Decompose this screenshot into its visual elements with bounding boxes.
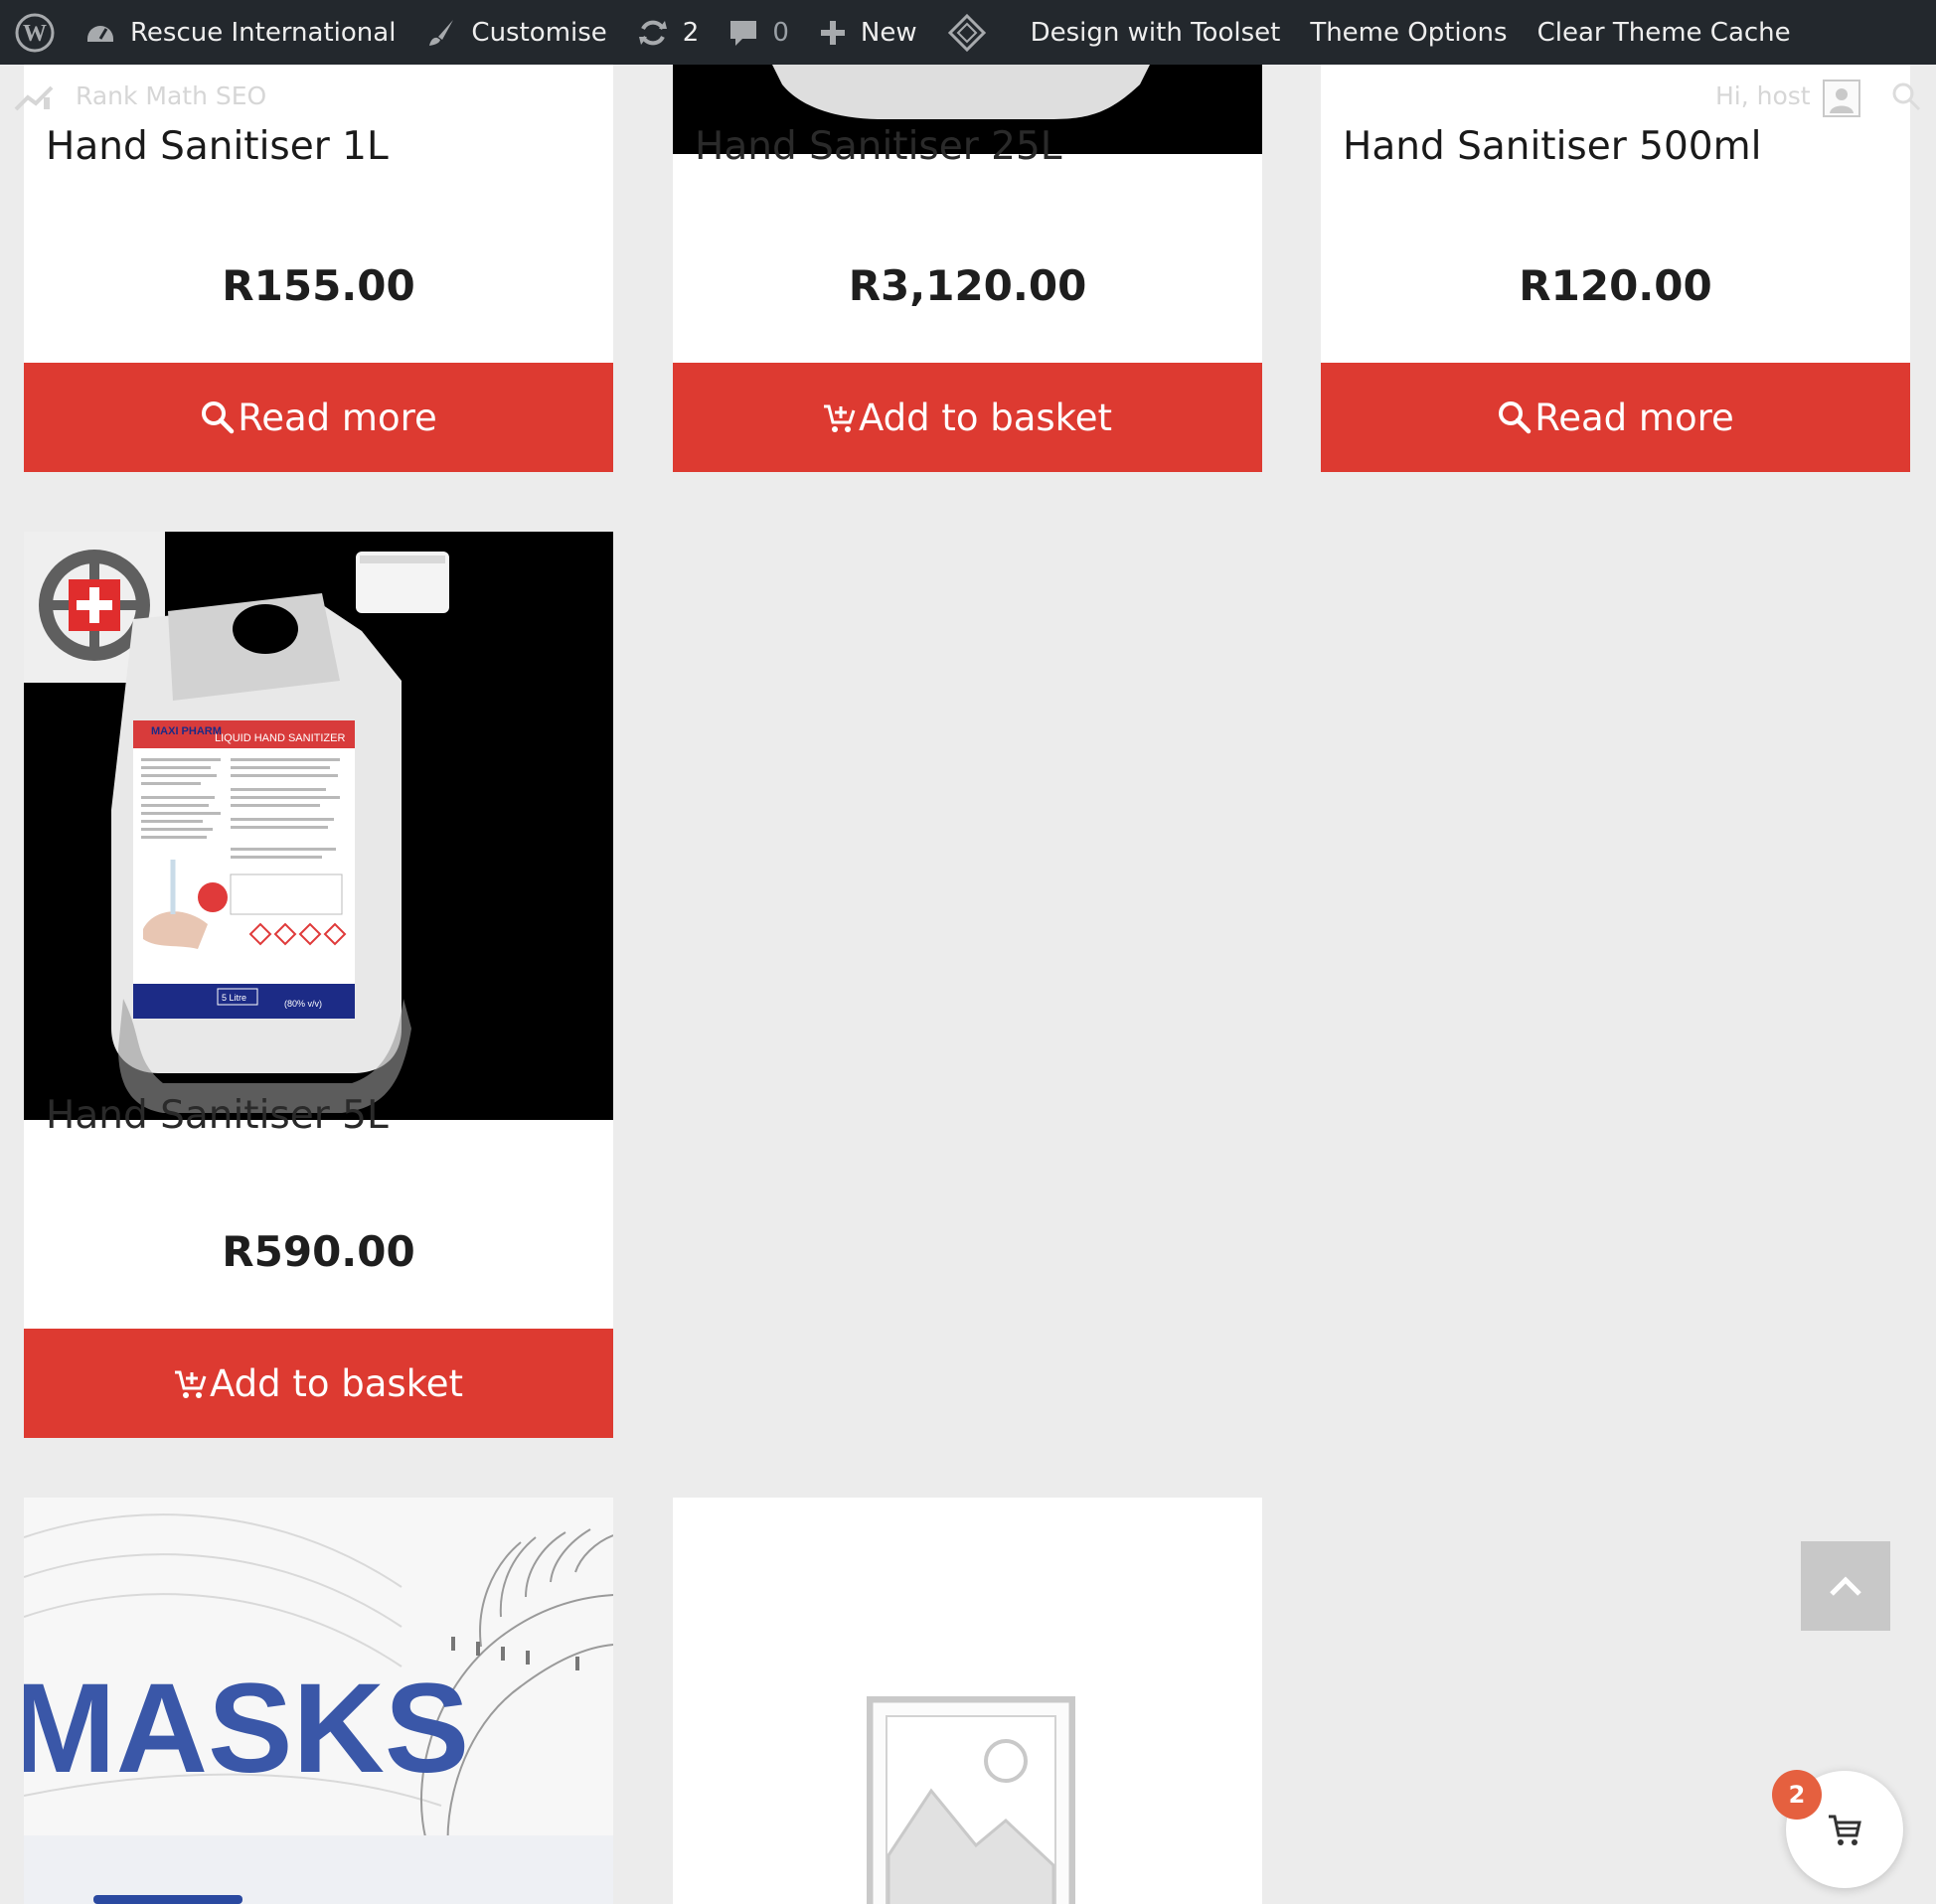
- search-icon[interactable]: [1891, 81, 1921, 111]
- design-with-toolset-link[interactable]: Design with Toolset: [1016, 0, 1296, 65]
- plus-icon: [820, 20, 845, 45]
- theme-options-link[interactable]: Theme Options: [1295, 0, 1522, 65]
- cart-icon: [1829, 1815, 1861, 1845]
- brush-icon: [429, 19, 454, 46]
- product-price: R120.00: [1519, 261, 1712, 310]
- wordpress-logo-icon[interactable]: W: [0, 0, 70, 65]
- product-price: R155.00: [222, 261, 415, 310]
- add-to-basket-button[interactable]: Add to basket: [673, 363, 1262, 472]
- refresh-icon: [638, 20, 667, 45]
- button-label: Read more: [238, 396, 437, 439]
- site-name-menu[interactable]: Rescue International: [70, 0, 410, 65]
- read-more-button[interactable]: Read more: [1321, 363, 1910, 472]
- clear-cache-label: Clear Theme Cache: [1536, 17, 1791, 48]
- new-label: New: [860, 17, 917, 48]
- user-icon: [1830, 88, 1854, 113]
- avatar[interactable]: [1823, 79, 1860, 117]
- label-strength: (80% v/v): [284, 999, 322, 1009]
- label-volume: 5 Litre: [222, 993, 246, 1003]
- rank-math-seo-link[interactable]: Rank Math SEO: [76, 81, 266, 110]
- label-title: LIQUID HAND SANITIZER: [215, 732, 345, 744]
- rank-math-icon[interactable]: [14, 81, 58, 111]
- read-more-button[interactable]: Read more: [24, 363, 613, 472]
- wp-admin-bar: W Rescue International Customise 2 0 New…: [0, 0, 1936, 65]
- dashboard-icon: [87, 25, 113, 42]
- product-card: Hand Sanitiser 25L R3,120.00 Add to bask…: [673, 65, 1262, 472]
- masks-text: MASKS: [24, 1658, 469, 1800]
- product-title[interactable]: Hand Sanitiser 1L: [46, 124, 389, 169]
- product-card: MAXI PHARM LIQUID HAND SANITIZER 5 Litre…: [24, 532, 613, 1438]
- customise-link[interactable]: Customise: [410, 0, 621, 65]
- product-card: [673, 1498, 1262, 1904]
- product-title[interactable]: Hand Sanitiser 5L: [46, 1093, 389, 1138]
- scroll-to-top-button[interactable]: [1801, 1541, 1890, 1631]
- chevron-up-icon: [1830, 1576, 1861, 1596]
- updates-count: 2: [682, 17, 700, 48]
- product-card: Hand Sanitiser 1L R155.00 Read more: [24, 65, 613, 472]
- add-to-basket-button[interactable]: Add to basket: [24, 1329, 613, 1438]
- comments-count: 0: [772, 17, 789, 48]
- button-label: Add to basket: [209, 1361, 464, 1405]
- toolset-label: Design with Toolset: [1030, 17, 1281, 48]
- label-brand: MAXI PHARM: [151, 725, 222, 737]
- search-icon: [1499, 401, 1532, 434]
- toolset-icon[interactable]: [932, 0, 1002, 65]
- theme-options-label: Theme Options: [1310, 17, 1508, 48]
- cart-count-badge: 2: [1772, 1770, 1822, 1820]
- jerrycan-image: MAXI PHARM LIQUID HAND SANITIZER 5 Litre…: [24, 532, 449, 1113]
- greeting-text[interactable]: Hi, host: [1715, 81, 1811, 110]
- button-label: Read more: [1534, 396, 1734, 439]
- masks-image[interactable]: MASKS: [24, 1498, 613, 1904]
- product-title[interactable]: Hand Sanitiser 25L: [695, 124, 1062, 169]
- comment-icon: [730, 20, 757, 46]
- clear-theme-cache-link[interactable]: Clear Theme Cache: [1523, 0, 1806, 65]
- comments-link[interactable]: 0: [714, 0, 804, 65]
- button-label: Add to basket: [858, 396, 1113, 439]
- product-card: MASKS: [24, 1498, 613, 1904]
- site-name: Rescue International: [130, 17, 397, 48]
- product-card: Hand Sanitiser 500ml R120.00 Read more: [1321, 65, 1910, 472]
- placeholder-image-icon[interactable]: [867, 1696, 1075, 1904]
- search-icon: [202, 401, 235, 434]
- product-price: R590.00: [222, 1227, 415, 1276]
- cart-add-icon: [823, 404, 856, 432]
- product-price: R3,120.00: [848, 261, 1087, 310]
- product-title[interactable]: Hand Sanitiser 500ml: [1343, 124, 1761, 169]
- customise-label: Customise: [471, 17, 607, 48]
- cart-add-icon: [174, 1370, 207, 1398]
- product-image[interactable]: MAXI PHARM LIQUID HAND SANITIZER 5 Litre…: [24, 532, 613, 1120]
- svg-text:W: W: [23, 21, 47, 47]
- new-content-menu[interactable]: New: [804, 0, 932, 65]
- updates-link[interactable]: 2: [622, 0, 715, 65]
